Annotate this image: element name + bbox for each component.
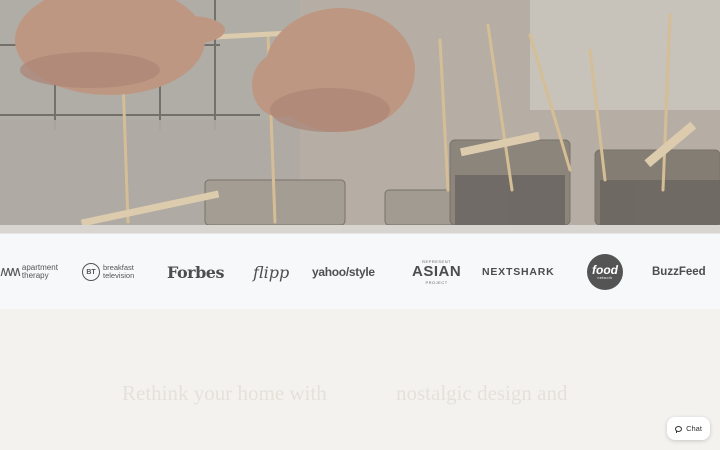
headline-left: Rethink your home with xyxy=(122,381,327,405)
food-network-sub: network xyxy=(597,276,613,280)
headline-right: nostalgic design and xyxy=(396,381,568,405)
represent-asian-project-logo: REPRESENT ASIAN PROJECT xyxy=(412,234,461,310)
apartment-therapy-logo: ʍʍ apartment therapy xyxy=(0,234,58,310)
nextshark-logo: NEXTSHARK xyxy=(482,266,555,278)
hero-image xyxy=(0,0,720,225)
forbes-logo: Forbes xyxy=(167,262,224,282)
bt-badge-icon: BT xyxy=(82,263,100,281)
food-network-main: food xyxy=(592,263,618,277)
chat-label: Chat xyxy=(686,424,702,433)
apartment-therapy-line2: therapy xyxy=(21,271,49,280)
bt-line2: television xyxy=(103,271,135,280)
chat-bubble-icon xyxy=(675,425,683,433)
press-logo-bar: ʍʍ apartment therapy BT breakfast televi… xyxy=(0,233,720,311)
buzzfeed-logo: BuzzFeed xyxy=(652,266,706,278)
chat-button[interactable]: Chat xyxy=(667,417,710,440)
food-network-badge-icon: food network xyxy=(587,254,623,290)
flipp-logo: flipp xyxy=(253,262,290,282)
intro-section: Rethink your home with nostalgic design … xyxy=(0,309,720,450)
bt-breakfast-television-logo: BT breakfast television xyxy=(82,234,134,310)
apartment-therapy-mark-icon: ʍʍ xyxy=(0,264,21,280)
candle-making-illustration xyxy=(0,0,720,225)
hero-bottom-strip xyxy=(0,225,720,233)
food-network-logo: food network xyxy=(587,234,623,310)
asian-bottom-text: PROJECT xyxy=(425,280,448,285)
yahoo-style-logo: yahoo/style xyxy=(312,265,375,279)
asian-main-text: ASIAN xyxy=(412,263,462,280)
